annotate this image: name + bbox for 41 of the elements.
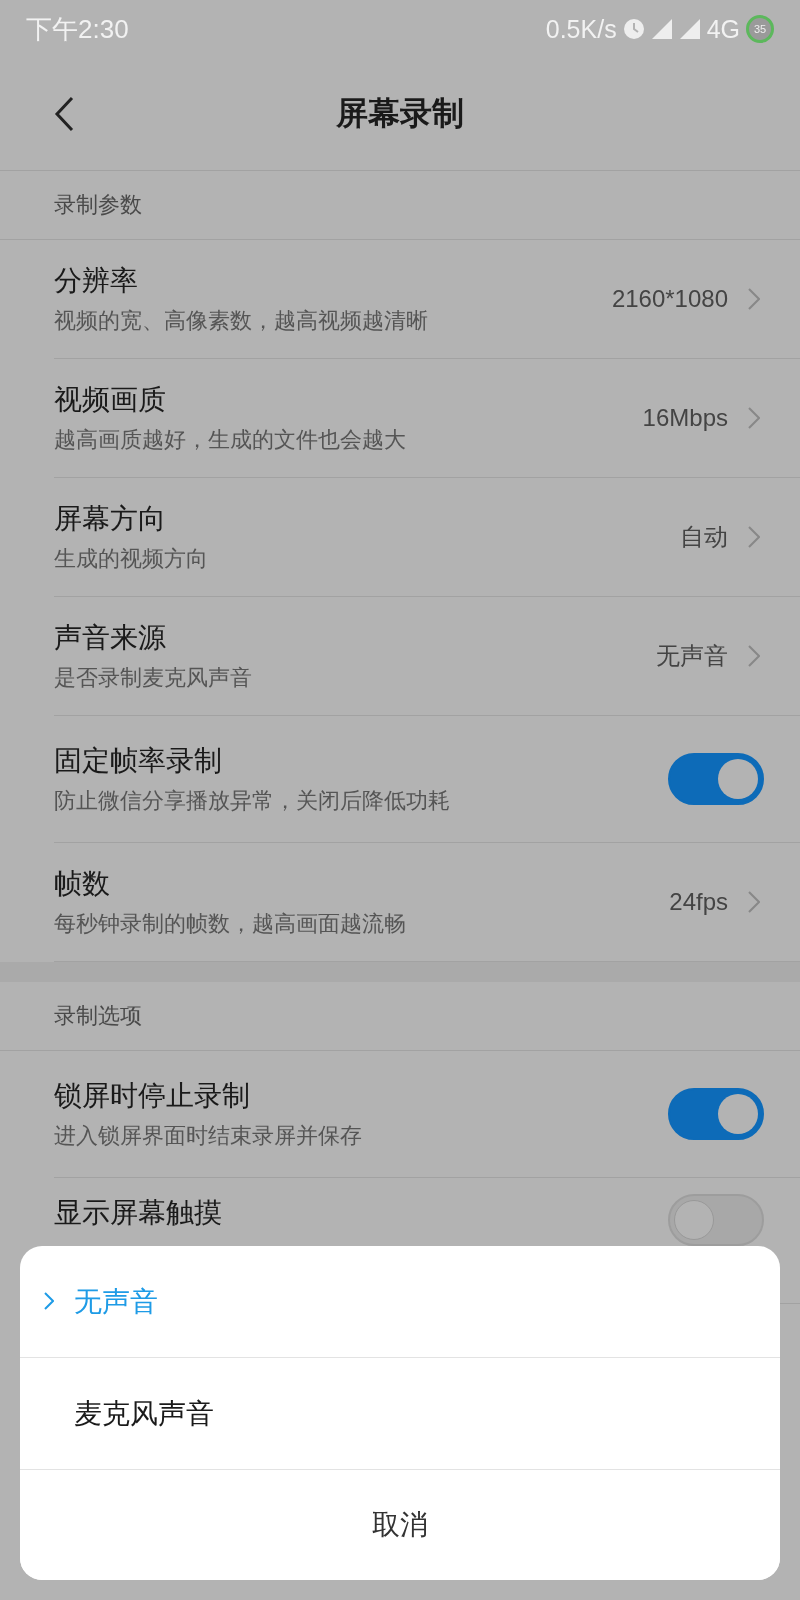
setting-value[interactable]: 无声音 <box>656 640 728 672</box>
setting-description: 越高画质越好，生成的文件也会越大 <box>54 426 407 454</box>
chevron-icon <box>748 891 760 913</box>
setting-title: 帧数 <box>54 866 111 902</box>
setting-title: 锁屏时停止录制 <box>54 1078 251 1114</box>
clock-icon <box>622 18 645 40</box>
setting-title: 声音来源 <box>54 620 167 656</box>
status-time: 下午2:30 <box>26 12 129 46</box>
section-label: 录制参数 <box>54 191 142 219</box>
setting-description: 生成的视频方向 <box>54 545 209 573</box>
setting-title: 视频画质 <box>54 382 167 418</box>
setting-value[interactable]: 2160*1080 <box>611 285 728 313</box>
toggle-switch[interactable] <box>668 753 764 805</box>
toggle-switch[interactable] <box>668 1088 764 1140</box>
section-label: 录制选项 <box>54 1002 142 1030</box>
network-type: 4G <box>706 14 740 44</box>
toggle-switch[interactable] <box>668 1194 764 1246</box>
chevron-icon <box>748 407 760 429</box>
setting-value[interactable]: 16Mbps <box>642 404 728 432</box>
chevron-icon <box>748 645 760 667</box>
setting-title: 分辨率 <box>54 263 139 299</box>
signal-icon <box>678 18 701 40</box>
setting-description: 每秒钟录制的帧数，越高画面越流畅 <box>54 910 407 938</box>
setting-description: 视频的宽、高像素数，越高视频越清晰 <box>54 307 429 335</box>
chevron-icon <box>748 526 760 548</box>
setting-description: 是否录制麦克风声音 <box>54 664 253 692</box>
setting-title: 屏幕方向 <box>54 501 167 537</box>
network-speed: 0.5K/s <box>545 14 617 44</box>
signal-icon <box>650 18 673 40</box>
setting-title: 显示屏幕触摸 <box>54 1195 223 1231</box>
setting-value[interactable]: 24fps <box>669 888 728 916</box>
page-title: 屏幕录制 <box>336 93 464 134</box>
sound-option[interactable]: 无声音 <box>20 1246 780 1358</box>
back-icon[interactable] <box>54 96 74 132</box>
setting-description: 进入锁屏界面时结束录屏并保存 <box>54 1122 363 1150</box>
setting-value[interactable]: 自动 <box>680 521 728 553</box>
chevron-icon <box>44 1292 54 1310</box>
setting-description: 防止微信分享播放异常，关闭后降低功耗 <box>54 787 451 815</box>
chevron-icon <box>748 288 760 310</box>
battery-indicator: 35 <box>746 15 774 43</box>
setting-title: 固定帧率录制 <box>54 743 223 779</box>
